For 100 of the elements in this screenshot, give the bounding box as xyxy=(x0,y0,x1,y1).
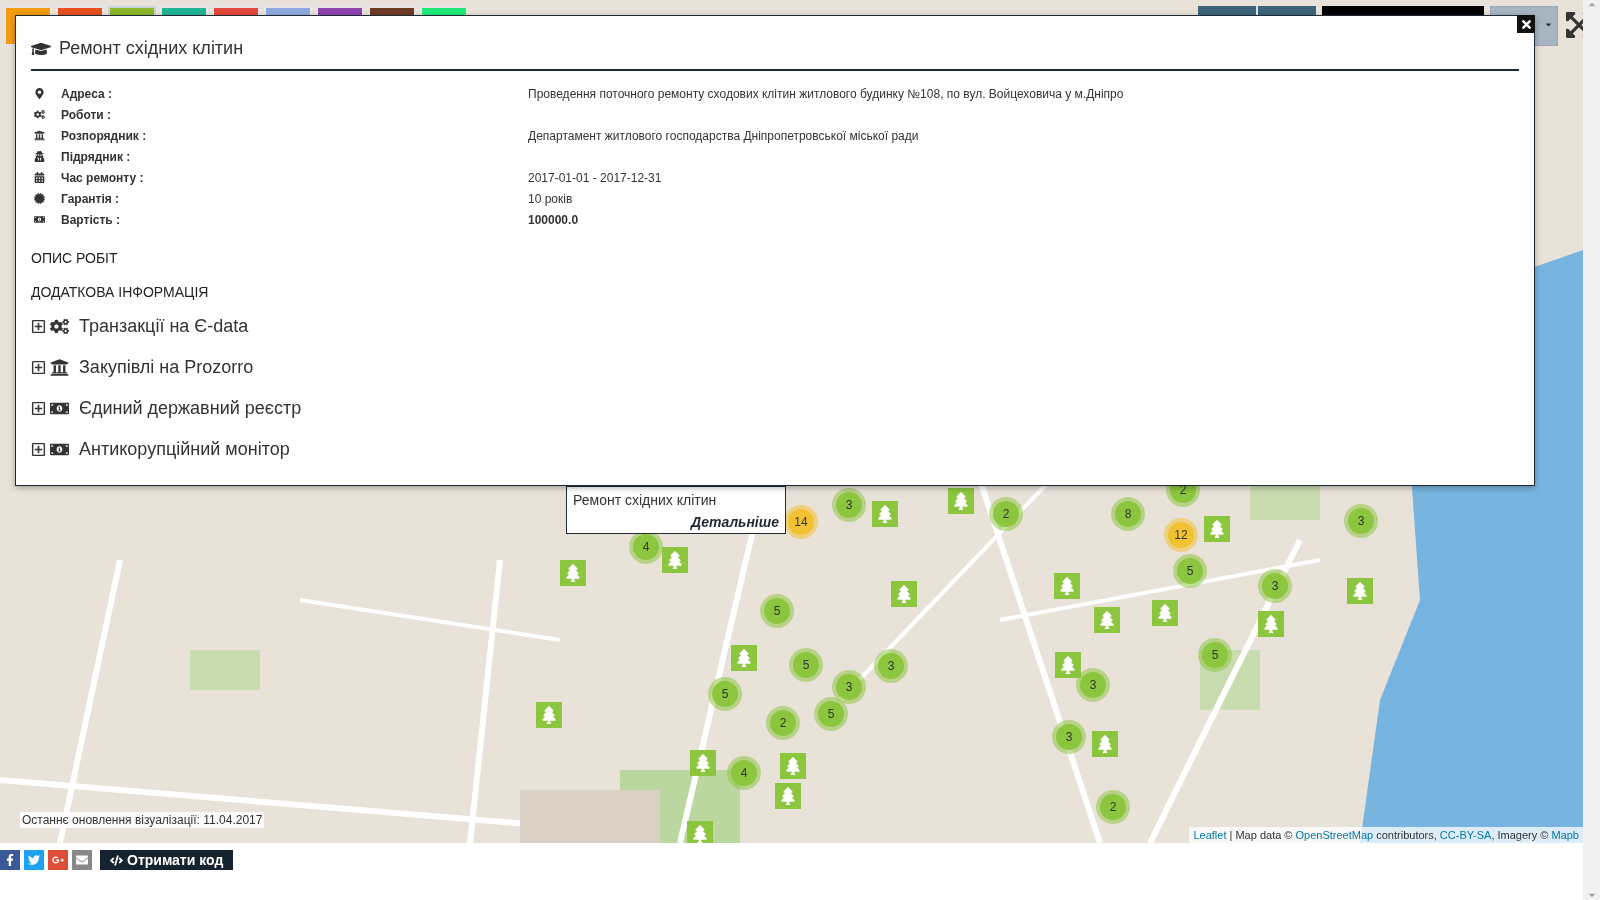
cluster-count: 3 xyxy=(1065,730,1073,744)
expand-icon[interactable] xyxy=(31,360,46,375)
tree-marker[interactable] xyxy=(1152,600,1178,626)
tree-icon xyxy=(735,649,753,667)
share-button[interactable] xyxy=(48,850,68,870)
tree-marker[interactable] xyxy=(1258,611,1284,637)
google-plus-icon xyxy=(52,854,64,866)
expand-icon[interactable] xyxy=(31,319,46,334)
expand-icon[interactable] xyxy=(31,442,46,457)
tree-icon xyxy=(876,505,894,523)
field-label: Роботи : xyxy=(61,107,113,122)
tree-marker[interactable] xyxy=(560,560,586,586)
share-button[interactable] xyxy=(72,850,92,870)
tree-marker[interactable] xyxy=(948,488,974,514)
cluster-marker[interactable]: 5 xyxy=(789,648,823,682)
cluster-marker[interactable]: 5 xyxy=(708,677,742,711)
attribution-link[interactable]: OpenStreetMap xyxy=(1295,829,1374,841)
tree-marker[interactable] xyxy=(1094,607,1120,633)
tree-marker[interactable] xyxy=(1204,516,1230,542)
cluster-count: 5 xyxy=(1211,648,1219,662)
cluster-marker[interactable]: 5 xyxy=(760,594,794,628)
tree-icon xyxy=(666,551,684,569)
tree-marker[interactable] xyxy=(775,783,801,809)
attribution-link[interactable]: Mapb xyxy=(1551,829,1579,841)
tree-icon xyxy=(694,754,712,772)
gears-icon xyxy=(50,317,69,336)
cluster-marker[interactable]: 3 xyxy=(1076,668,1110,702)
cluster-marker[interactable]: 8 xyxy=(1111,497,1145,531)
attribution-text: contributors, xyxy=(1375,829,1438,841)
expander-title[interactable]: Закупівлі на Prozorro xyxy=(79,357,254,378)
field-label: Адреса : xyxy=(61,86,113,101)
section-heading: ОПИС РОБІТ xyxy=(31,250,119,266)
tree-icon xyxy=(779,787,797,805)
get-code-button[interactable]: Отримати код xyxy=(100,850,234,870)
tree-marker[interactable] xyxy=(872,501,898,527)
tree-icon xyxy=(1351,582,1369,600)
tree-icon xyxy=(784,757,802,775)
cluster-marker[interactable]: 3 xyxy=(1052,720,1086,754)
tree-marker[interactable] xyxy=(687,821,713,843)
cluster-marker[interactable]: 2 xyxy=(766,706,800,740)
dialog-title: Ремонт східних клітин xyxy=(59,38,244,59)
cluster-count: 5 xyxy=(721,687,729,701)
tree-icon xyxy=(1096,735,1114,753)
cluster-marker[interactable]: 4 xyxy=(727,756,761,790)
facebook-icon xyxy=(4,854,16,866)
tree-marker[interactable] xyxy=(731,645,757,671)
cluster-count: 5 xyxy=(773,604,781,618)
popup-title: Ремонт східних клітин xyxy=(573,492,718,508)
gears-icon xyxy=(34,109,45,120)
cluster-marker[interactable]: 3 xyxy=(874,649,908,683)
cluster-count: 4 xyxy=(642,540,650,554)
cluster-marker[interactable]: 5 xyxy=(814,697,848,731)
close-button[interactable] xyxy=(1517,15,1535,33)
cluster-marker[interactable]: 3 xyxy=(832,488,866,522)
field-label: Гарантія : xyxy=(61,191,121,206)
section-heading: ДОДАТКОВА ІНФОРМАЦІЯ xyxy=(31,284,210,300)
attribution-text: | Map data © xyxy=(1228,829,1294,841)
details-link[interactable]: Детальніше xyxy=(691,514,779,530)
cluster-count: 2 xyxy=(1002,507,1010,521)
attribution-link[interactable]: Leaflet xyxy=(1193,829,1227,841)
badge-icon xyxy=(34,193,45,204)
cluster-marker[interactable]: 3 xyxy=(832,670,866,704)
field-label: Розпорядник : xyxy=(61,128,148,143)
cluster-count: 2 xyxy=(1109,800,1117,814)
tree-icon xyxy=(564,564,582,582)
tree-marker[interactable] xyxy=(780,753,806,779)
field-value: 2017-01-01 - 2017-12-31 xyxy=(528,170,663,185)
cluster-count: 8 xyxy=(1124,507,1132,521)
tree-marker[interactable] xyxy=(891,581,917,607)
tree-icon xyxy=(895,585,913,603)
share-button[interactable] xyxy=(24,850,44,870)
cluster-marker[interactable]: 5 xyxy=(1198,638,1232,672)
tree-icon xyxy=(1262,615,1280,633)
cluster-count: 5 xyxy=(802,658,810,672)
expander-title[interactable]: Транзакції на Є-data xyxy=(79,316,249,337)
field-label: Підрядник : xyxy=(61,149,132,164)
banknote-icon xyxy=(34,214,45,225)
tree-marker[interactable] xyxy=(1347,578,1373,604)
share-button[interactable] xyxy=(0,850,20,870)
tree-marker[interactable] xyxy=(690,750,716,776)
tree-icon xyxy=(952,492,970,510)
tree-marker[interactable] xyxy=(662,547,688,573)
cluster-count: 14 xyxy=(794,515,808,529)
cluster-marker[interactable]: 5 xyxy=(1173,554,1207,588)
expander-title[interactable]: Єдиний державний реєстр xyxy=(79,398,302,419)
cluster-marker[interactable]: 2 xyxy=(1096,790,1130,824)
expand-icon[interactable] xyxy=(31,401,46,416)
bank-icon xyxy=(34,130,45,141)
tree-marker[interactable] xyxy=(1054,573,1080,599)
tree-marker[interactable] xyxy=(536,702,562,728)
cluster-marker[interactable]: 12 xyxy=(1164,518,1198,552)
tree-marker[interactable] xyxy=(1055,652,1081,678)
tree-marker[interactable] xyxy=(1092,731,1118,757)
cluster-marker[interactable]: 14 xyxy=(784,505,818,539)
expander-title[interactable]: Антикорупційний монітор xyxy=(79,439,290,460)
cluster-marker[interactable]: 3 xyxy=(1258,569,1292,603)
cluster-marker[interactable]: 2 xyxy=(989,497,1023,531)
cluster-marker[interactable]: 3 xyxy=(1344,504,1378,538)
tree-icon xyxy=(1208,520,1226,538)
cluster-count: 3 xyxy=(1089,678,1097,692)
